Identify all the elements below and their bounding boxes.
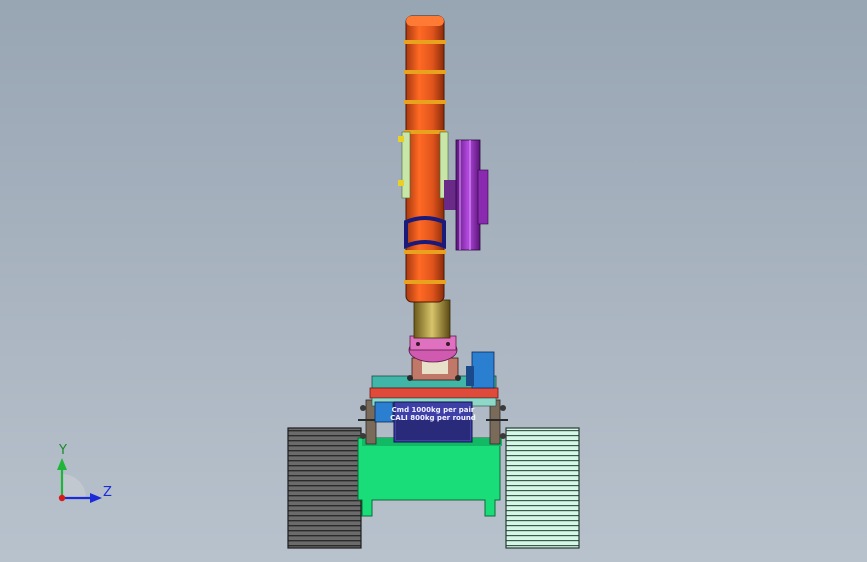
- cad-viewport[interactable]: Cmd 1000kg per pair CALI 800kg per round: [0, 0, 867, 562]
- y-axis-label: Y: [58, 443, 67, 458]
- turntable: [407, 335, 461, 381]
- origin-point: [58, 494, 66, 502]
- right-track: [505, 427, 580, 549]
- capacity-plate: Cmd 1000kg per pair CALI 800kg per round: [390, 401, 476, 443]
- axis-triad: Y Z: [57, 443, 112, 503]
- arm-column: [398, 15, 449, 303]
- z-axis-label: Z: [103, 485, 112, 500]
- triad-quadrant: [62, 474, 86, 498]
- plate-line-1: Cmd 1000kg per pair: [392, 406, 475, 414]
- right-motor: [466, 351, 495, 389]
- left-track: [287, 427, 362, 549]
- right-bracket: [486, 399, 508, 445]
- purple-disc: [444, 139, 489, 251]
- brass-collar: [413, 299, 451, 339]
- chassis-base: [357, 437, 502, 517]
- plate-line-2: CALI 800kg per round: [390, 414, 476, 422]
